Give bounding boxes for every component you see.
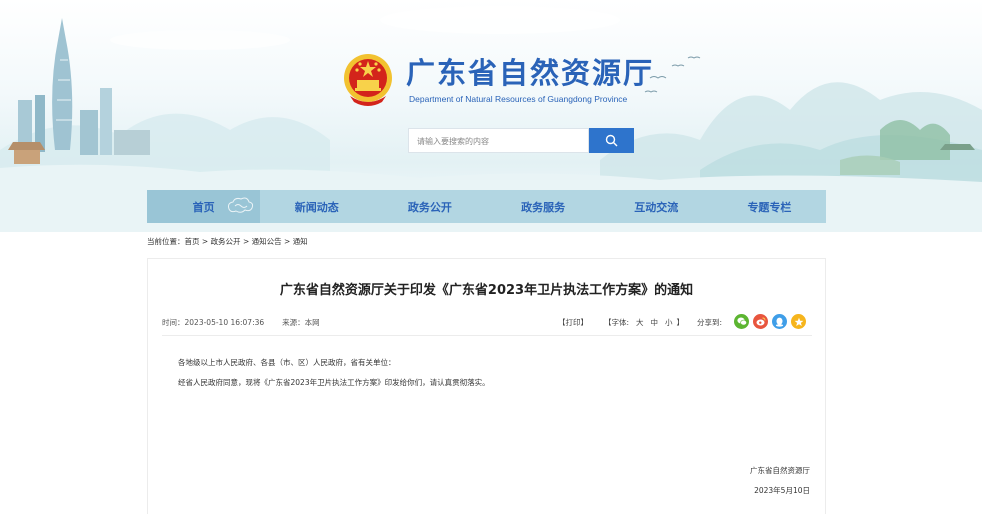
wechat-icon xyxy=(736,317,747,326)
article-source: 来源：本网 xyxy=(282,318,320,327)
print-button[interactable]: 【打印】 xyxy=(558,317,588,328)
meta-divider xyxy=(162,335,812,336)
article-paragraph: 经省人民政府同意，现将《广东省2023年卫片执法工作方案》印发给你们，请认真贯彻… xyxy=(178,378,490,387)
search-input[interactable] xyxy=(409,130,588,153)
qq-icon xyxy=(775,317,784,327)
auspicious-cloud-icon xyxy=(228,197,254,213)
breadcrumb-prefix: 当前位置： xyxy=(147,237,185,246)
breadcrumb: 当前位置：首页 > 政务公开 > 通知公告 > 通知 xyxy=(147,236,308,247)
share-wechat-button[interactable] xyxy=(734,314,749,329)
font-size-medium-button[interactable]: 中 xyxy=(651,318,659,327)
font-size-large-button[interactable]: 大 xyxy=(636,318,644,327)
font-size-control: 【字体: 大中小】 xyxy=(604,317,684,328)
nav-item-label: 互动交流 xyxy=(634,200,679,214)
article-panel: 广东省自然资源厅关于印发《广东省2023年卫片执法工作方案》的通知 时间：202… xyxy=(147,258,826,514)
share-label: 分享到: xyxy=(697,318,723,327)
nav-item-government-services[interactable]: 政务服务 xyxy=(487,190,600,223)
signature-organization: 广东省自然资源厅 xyxy=(750,466,810,475)
nav-item-label: 新闻动态 xyxy=(294,200,339,214)
article-paragraph: 各地级以上市人民政府、各县（市、区）人民政府，省有关单位： xyxy=(178,358,396,367)
font-size-close: 】 xyxy=(676,318,685,327)
nav-item-label: 政务服务 xyxy=(521,200,566,214)
article-title: 广东省自然资源厅关于印发《广东省2023年卫片执法工作方案》的通知 xyxy=(279,283,694,298)
font-size-label: 【字体: xyxy=(604,318,630,327)
breadcrumb-announcements[interactable]: 通知公告 xyxy=(252,237,282,246)
breadcrumb-home[interactable]: 首页 xyxy=(185,237,200,246)
share-qzone-button[interactable] xyxy=(791,314,806,329)
search-box xyxy=(408,128,589,153)
nav-item-label: 政务公开 xyxy=(407,200,452,214)
breadcrumb-separator: > xyxy=(240,237,252,246)
search-icon xyxy=(605,134,618,147)
publish-time: 时间：2023-05-10 16:07:36 xyxy=(162,318,265,327)
weibo-icon xyxy=(756,317,765,326)
search-button[interactable] xyxy=(589,128,634,153)
nav-item-home[interactable]: 首页 xyxy=(147,190,261,223)
breadcrumb-separator: > xyxy=(281,237,293,246)
site-subtitle: Department of Natural Resources of Guang… xyxy=(409,94,628,104)
breadcrumb-separator: > xyxy=(199,237,211,246)
nav-item-government-affairs[interactable]: 政务公开 xyxy=(373,190,486,223)
signature-date: 2023年5月10日 xyxy=(754,486,810,495)
breadcrumb-government-affairs[interactable]: 政务公开 xyxy=(211,237,241,246)
share-weibo-button[interactable] xyxy=(753,314,768,329)
nav-item-special-topics[interactable]: 专题专栏 xyxy=(713,190,826,223)
qzone-icon xyxy=(794,317,803,326)
breadcrumb-notice[interactable]: 通知 xyxy=(293,237,308,246)
national-emblem-icon xyxy=(344,54,392,106)
nav-item-interaction[interactable]: 互动交流 xyxy=(600,190,713,223)
share-qq-button[interactable] xyxy=(772,314,787,329)
main-nav: 首页 新闻动态 政务公开 政务服务 互动交流 专题专栏 xyxy=(147,190,826,223)
nav-item-label: 专题专栏 xyxy=(747,200,792,214)
nav-item-news[interactable]: 新闻动态 xyxy=(260,190,373,223)
site-title[interactable]: 广东省自然资源厅 xyxy=(406,50,654,92)
font-size-small-button[interactable]: 小 xyxy=(665,318,673,327)
nav-item-label: 首页 xyxy=(192,200,215,214)
article-meta: 时间：2023-05-10 16:07:36 来源：本网 xyxy=(162,317,320,328)
